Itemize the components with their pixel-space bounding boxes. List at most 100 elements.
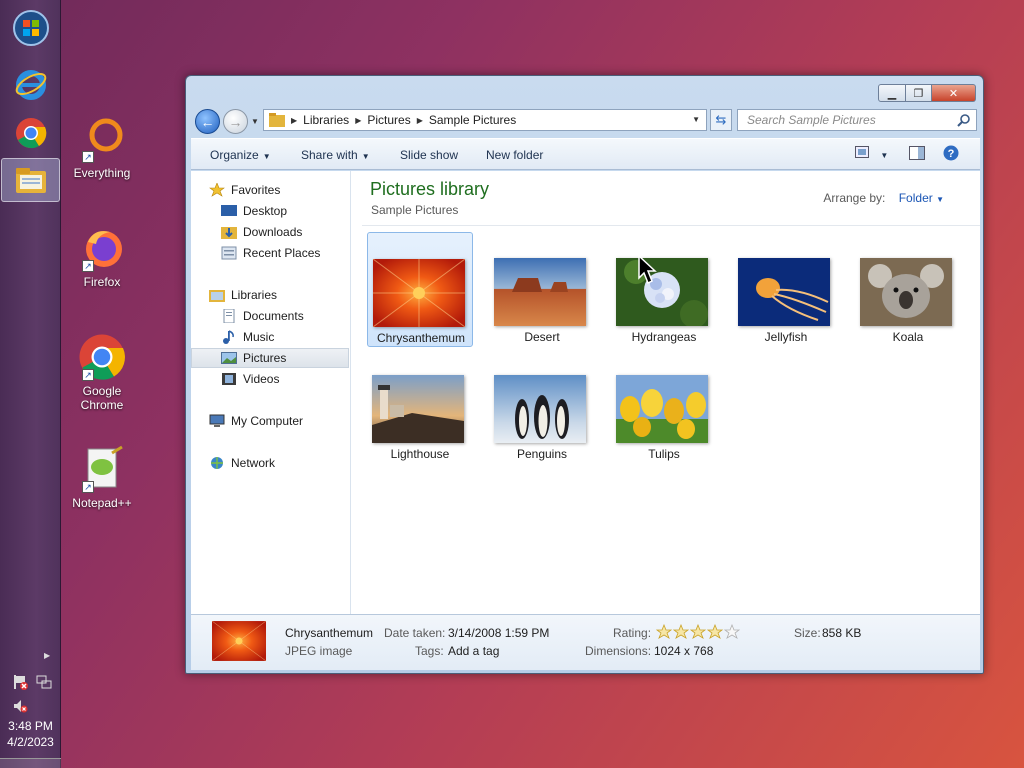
maximize-icon: ❐ (913, 87, 924, 100)
address-history-dropdown[interactable]: ▼ (692, 115, 700, 124)
nav-pictures[interactable]: Pictures (191, 348, 349, 368)
file-list-pane[interactable]: Pictures library Sample Pictures Arrange… (352, 171, 980, 614)
pictures-icon (221, 351, 237, 365)
detail-file-name: Chrysanthemum (285, 626, 374, 640)
file-name: Hydrangeas (631, 330, 697, 344)
volume-muted-icon[interactable] (12, 698, 28, 714)
star-icon[interactable] (690, 624, 706, 639)
navigation-pane[interactable]: Favorites Desktop Downloads Recent Place… (191, 171, 351, 614)
search-box[interactable] (737, 109, 977, 131)
nav-network[interactable]: Network (191, 453, 349, 473)
desktop-icon-google-chrome[interactable]: ↗ Google Chrome (62, 333, 142, 412)
mouse-cursor-icon (638, 255, 657, 285)
details-pane: Chrysanthemum JPEG image Date taken: 3/1… (191, 614, 980, 670)
desktop-icon-everything[interactable]: ↗ Everything (62, 115, 142, 180)
shortcut-arrow-icon: ↗ (82, 481, 94, 493)
music-icon (221, 330, 237, 344)
nav-libraries[interactable]: Libraries (191, 285, 349, 305)
forward-button[interactable]: → (223, 109, 248, 134)
nav-recent-places[interactable]: Recent Places (191, 243, 349, 263)
show-hidden-icons-button[interactable]: ▶ (44, 651, 50, 660)
detail-tags-value[interactable]: Add a tag (448, 644, 499, 658)
share-with-button[interactable]: Share with ▼ (301, 148, 370, 162)
start-button[interactable] (5, 6, 56, 50)
file-item-penguins[interactable]: Penguins (489, 349, 595, 464)
taskbar-explorer[interactable] (1, 158, 60, 202)
back-button[interactable]: ← (195, 109, 220, 134)
close-icon: ✕ (948, 87, 959, 100)
network-tray-icon[interactable] (36, 674, 52, 690)
nav-label: Network (231, 456, 276, 470)
nav-videos[interactable]: Videos (191, 369, 349, 389)
star-icon[interactable] (724, 624, 740, 639)
detail-rating-label: Rating: (613, 626, 652, 640)
penguins-thumbnail (494, 375, 586, 443)
view-options-icon (855, 146, 869, 158)
file-name: Chrysanthemum (376, 331, 466, 345)
arrange-by-dropdown[interactable]: Folder ▼ (899, 191, 944, 205)
breadcrumb-pictures[interactable]: Pictures (367, 113, 410, 127)
downloads-folder-icon (221, 225, 237, 239)
desktop-icon-label: Google Chrome (80, 384, 124, 412)
videos-icon (221, 372, 237, 386)
slide-show-button[interactable]: Slide show (400, 148, 458, 162)
desert-thumbnail (494, 258, 586, 326)
search-icon[interactable] (957, 113, 971, 127)
preview-pane-button[interactable] (909, 146, 925, 163)
chrome-icon (15, 118, 46, 149)
desktop-icon-notepad-plus-plus[interactable]: ↗ Notepad++ (62, 445, 142, 510)
chrysanthemum-thumbnail (373, 259, 465, 327)
breadcrumb-separator-icon[interactable]: ▶ (291, 116, 297, 125)
nav-desktop[interactable]: Desktop (191, 201, 349, 221)
close-button[interactable]: ✕ (932, 84, 976, 102)
library-subtitle: Sample Pictures (371, 203, 459, 217)
file-item-chrysanthemum[interactable]: Chrysanthemum (367, 232, 473, 347)
star-icon[interactable] (656, 624, 672, 639)
change-view-button[interactable]: ▼ (855, 146, 888, 161)
breadcrumb-separator-icon[interactable]: ▶ (355, 116, 361, 125)
file-item-hydrangeas[interactable]: Hydrangeas (611, 232, 717, 347)
shortcut-arrow-icon: ↗ (82, 260, 94, 272)
file-name: Desert (524, 330, 560, 344)
nav-favorites[interactable]: Favorites (191, 180, 349, 200)
nav-documents[interactable]: Documents (191, 306, 349, 326)
file-item-koala[interactable]: Koala (855, 232, 961, 347)
taskbar-clock[interactable]: 3:48 PM 4/2/2023 (0, 718, 61, 750)
maximize-button[interactable]: ❐ (906, 84, 932, 102)
taskbar-internet-explorer[interactable] (5, 62, 56, 106)
nav-my-computer[interactable]: My Computer (191, 411, 349, 431)
file-name: Jellyfish (764, 330, 808, 344)
address-bar[interactable]: ▶ Libraries ▶ Pictures ▶ Sample Pictures… (263, 109, 707, 131)
jellyfish-thumbnail (738, 258, 830, 326)
recent-pages-dropdown[interactable]: ▼ (251, 117, 259, 126)
refresh-button[interactable]: ⇆ (710, 109, 732, 131)
breadcrumb-separator-icon[interactable]: ▶ (417, 116, 423, 125)
file-item-tulips[interactable]: Tulips (611, 349, 717, 464)
desktop-icon (221, 204, 237, 218)
clock-time: 3:48 PM (8, 719, 53, 733)
nav-downloads[interactable]: Downloads (191, 222, 349, 242)
nav-music[interactable]: Music (191, 327, 349, 347)
file-item-jellyfish[interactable]: Jellyfish (733, 232, 839, 347)
show-desktop-button[interactable] (0, 758, 61, 768)
desktop-icon-firefox[interactable]: ↗ Firefox (62, 224, 142, 289)
detail-date-value[interactable]: 3/14/2008 1:59 PM (448, 626, 549, 640)
library-title: Pictures library (370, 179, 490, 199)
new-folder-button[interactable]: New folder (486, 148, 543, 162)
taskbar-chrome[interactable] (5, 111, 56, 155)
star-icon[interactable] (707, 624, 723, 639)
organize-button[interactable]: Organize ▼ (210, 148, 271, 162)
minimize-button[interactable]: ▁ (878, 84, 906, 102)
search-input[interactable] (745, 112, 945, 128)
file-item-lighthouse[interactable]: Lighthouse (367, 349, 473, 464)
action-center-flag-icon[interactable] (12, 674, 28, 690)
navigation-bar: ← → ▼ ▶ Libraries ▶ Pictures ▶ Sample Pi… (193, 107, 977, 135)
breadcrumb-sample-pictures[interactable]: Sample Pictures (429, 113, 516, 127)
file-item-desert[interactable]: Desert (489, 232, 595, 347)
help-button[interactable]: ? (943, 145, 959, 164)
star-icon[interactable] (673, 624, 689, 639)
breadcrumb-libraries[interactable]: Libraries (303, 113, 349, 127)
selected-file-thumbnail (212, 621, 266, 661)
tulips-thumbnail (616, 375, 708, 443)
rating-stars[interactable] (656, 624, 740, 639)
